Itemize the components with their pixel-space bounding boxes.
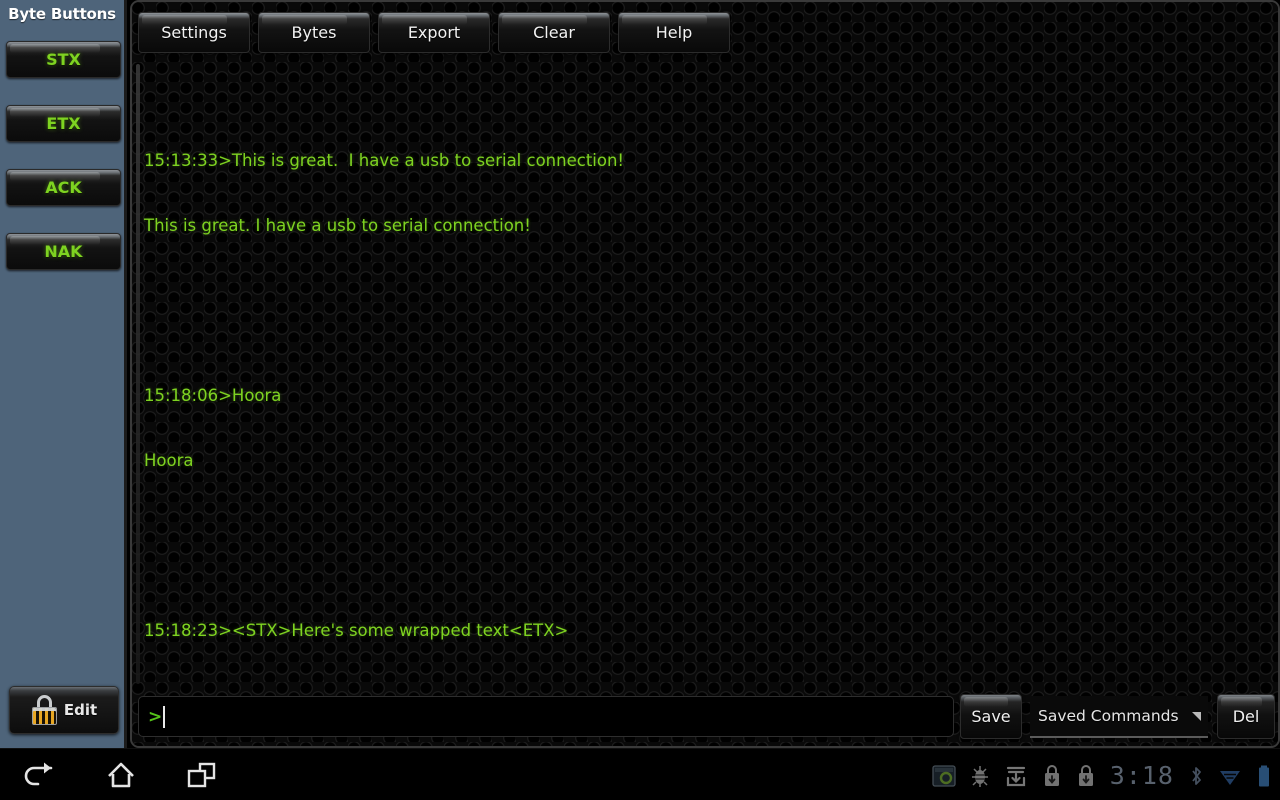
saved-commands-dropdown[interactable]: Saved Commands: [1030, 696, 1208, 738]
toolbar: Settings Bytes Export Clear Help: [138, 12, 730, 53]
command-bar: > Save Saved Commands Del: [132, 686, 1278, 746]
toolbar-button-label: Help: [655, 23, 693, 42]
bluetooth-icon: [1188, 764, 1204, 788]
toolbar-button-label: Settings: [161, 23, 227, 42]
log-entry: 15:18:06>Hoora Hoora: [144, 342, 1272, 514]
log-line-received: This is great. I have a usb to serial co…: [144, 215, 531, 235]
terminal-panel: Settings Bytes Export Clear Help 15:13:3…: [130, 0, 1280, 748]
export-button[interactable]: Export: [378, 12, 490, 53]
delete-button[interactable]: Del: [1217, 694, 1275, 739]
log-line-received: Hoora: [144, 450, 194, 470]
log-entry: 15:13:33>This is great. I have a usb to …: [144, 107, 1272, 279]
byte-button-label: ETX: [46, 114, 81, 133]
byte-button-stx[interactable]: STX: [6, 41, 121, 78]
log-entry: 15:18:23><STX>Here's some wrapped text<E…: [144, 577, 1272, 684]
bytes-button[interactable]: Bytes: [258, 12, 370, 53]
back-icon[interactable]: [18, 759, 64, 791]
chevron-down-icon: [1192, 711, 1201, 721]
settings-button[interactable]: Settings: [138, 12, 250, 53]
battery-icon: [1256, 764, 1272, 788]
status-icons: 3:18: [932, 761, 1272, 790]
toolbar-button-label: Clear: [533, 23, 575, 42]
log-line-sent: 15:13:33>This is great. I have a usb to …: [144, 151, 625, 170]
download-icon: [1004, 764, 1028, 788]
save-button-label: Save: [971, 707, 1011, 726]
byte-buttons-sidebar: Byte Buttons STX ETX ACK NAK Edit: [0, 0, 127, 750]
toolbar-button-label: Export: [407, 23, 461, 42]
console-output[interactable]: 15:13:33>This is great. I have a usb to …: [136, 64, 1272, 684]
console-scrollbar[interactable]: [136, 64, 140, 684]
toolbar-button-label: Bytes: [291, 23, 337, 42]
app-root: Byte Buttons STX ETX ACK NAK Edit Settin…: [0, 0, 1280, 800]
save-button[interactable]: Save: [960, 694, 1022, 739]
status-clock: 3:18: [1109, 761, 1174, 790]
play-download-icon: [1042, 764, 1062, 788]
byte-button-etx[interactable]: ETX: [6, 105, 121, 142]
byte-button-ack[interactable]: ACK: [6, 169, 121, 206]
prompt-symbol: >: [148, 706, 163, 727]
log-line-sent: 15:18:06>Hoora: [144, 386, 282, 405]
home-icon[interactable]: [98, 759, 144, 791]
console-log: 15:13:33>This is great. I have a usb to …: [144, 64, 1272, 684]
text-caret: [163, 705, 166, 728]
edit-button-label: Edit: [63, 701, 98, 719]
saved-commands-selected: Saved Commands: [1038, 707, 1179, 725]
screenshot-icon: [932, 764, 956, 787]
padlock-icon: [31, 695, 58, 725]
wifi-icon: [1218, 764, 1242, 788]
command-input[interactable]: >: [138, 696, 954, 737]
byte-button-nak[interactable]: NAK: [6, 233, 121, 270]
byte-button-label: ACK: [45, 178, 82, 197]
edit-byte-buttons-button[interactable]: Edit: [9, 686, 119, 734]
recent-apps-icon[interactable]: [178, 759, 224, 791]
clear-button[interactable]: Clear: [498, 12, 610, 53]
log-line-sent: 15:18:23><STX>Here's some wrapped text<E…: [144, 621, 569, 640]
usb-debug-icon: [970, 764, 990, 788]
sidebar-title: Byte Buttons: [8, 5, 116, 23]
byte-button-label: NAK: [44, 242, 83, 261]
play-download-icon: [1076, 764, 1096, 788]
delete-button-label: Del: [1232, 707, 1260, 726]
help-button[interactable]: Help: [618, 12, 730, 53]
byte-button-label: STX: [46, 50, 81, 69]
android-navigation-bar: 3:18: [0, 748, 1280, 800]
